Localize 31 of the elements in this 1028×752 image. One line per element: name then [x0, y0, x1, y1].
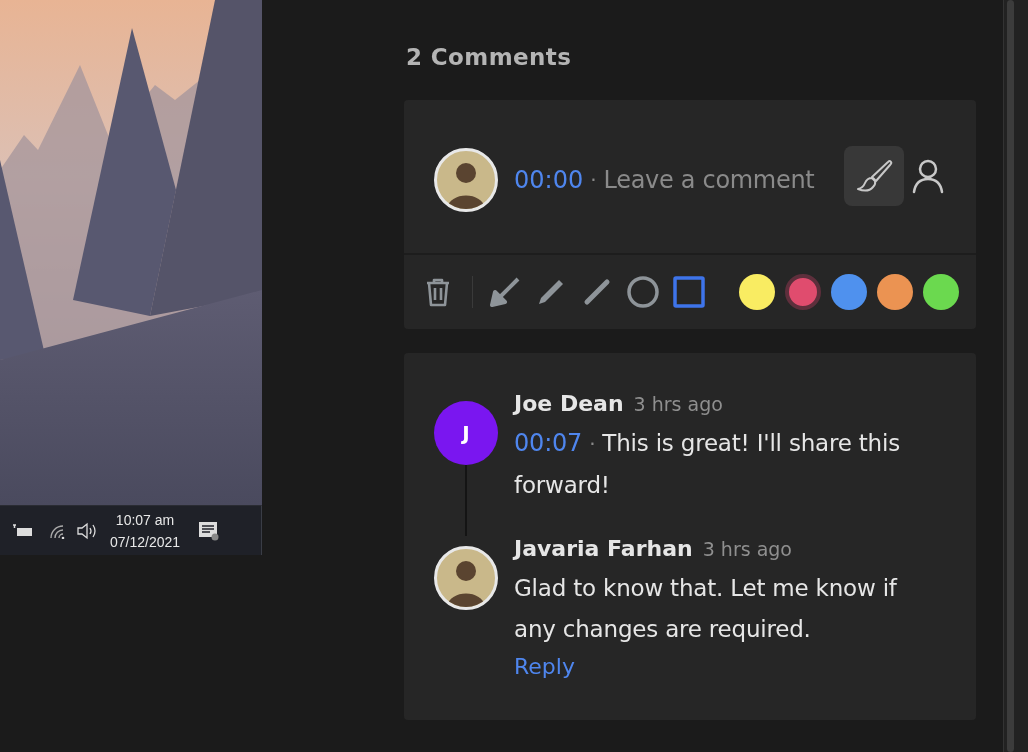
- color-swatch[interactable]: [923, 274, 959, 310]
- timestamp-link[interactable]: 00:07: [514, 429, 583, 457]
- battery-icon[interactable]: [12, 523, 34, 538]
- speaker-icon[interactable]: [76, 521, 98, 540]
- wifi-icon[interactable]: [48, 522, 66, 539]
- color-swatch[interactable]: [877, 274, 913, 310]
- author-name: Joe Dean: [514, 391, 624, 416]
- avatar: [434, 148, 498, 212]
- color-swatch[interactable]: [739, 274, 775, 310]
- author-name: Javaria Farhan: [514, 536, 693, 561]
- comment-time: 3 hrs ago: [633, 393, 723, 415]
- comment-text: Glad to know that. Let me know if any changes are required.: [514, 574, 899, 644]
- square-icon: [672, 275, 706, 309]
- reply-link[interactable]: Reply: [514, 654, 924, 679]
- color-swatch[interactable]: [785, 274, 821, 310]
- arrow-icon: [489, 276, 521, 308]
- avatar: [434, 546, 498, 610]
- brush-button[interactable]: [843, 146, 904, 206]
- scrollbar-thumb[interactable]: [1007, 0, 1014, 752]
- circle-icon: [626, 275, 660, 309]
- comment-text: 00:07 · This is great! I'll share this forward!: [514, 428, 901, 500]
- color-swatch[interactable]: [831, 274, 867, 310]
- timestamp: 00:00: [514, 166, 584, 194]
- comment-time: 3 hrs ago: [702, 538, 792, 560]
- notification-icon[interactable]: [198, 520, 221, 541]
- clock-time: 10:07 am: [115, 510, 175, 530]
- separator-dot: ·: [590, 168, 597, 192]
- comments-count-heading: 2 Comments: [406, 44, 573, 70]
- avatar: J: [434, 401, 498, 465]
- clock-date: 07/12/2021: [110, 532, 181, 552]
- comment-input-field[interactable]: Leave a comment: [603, 166, 840, 194]
